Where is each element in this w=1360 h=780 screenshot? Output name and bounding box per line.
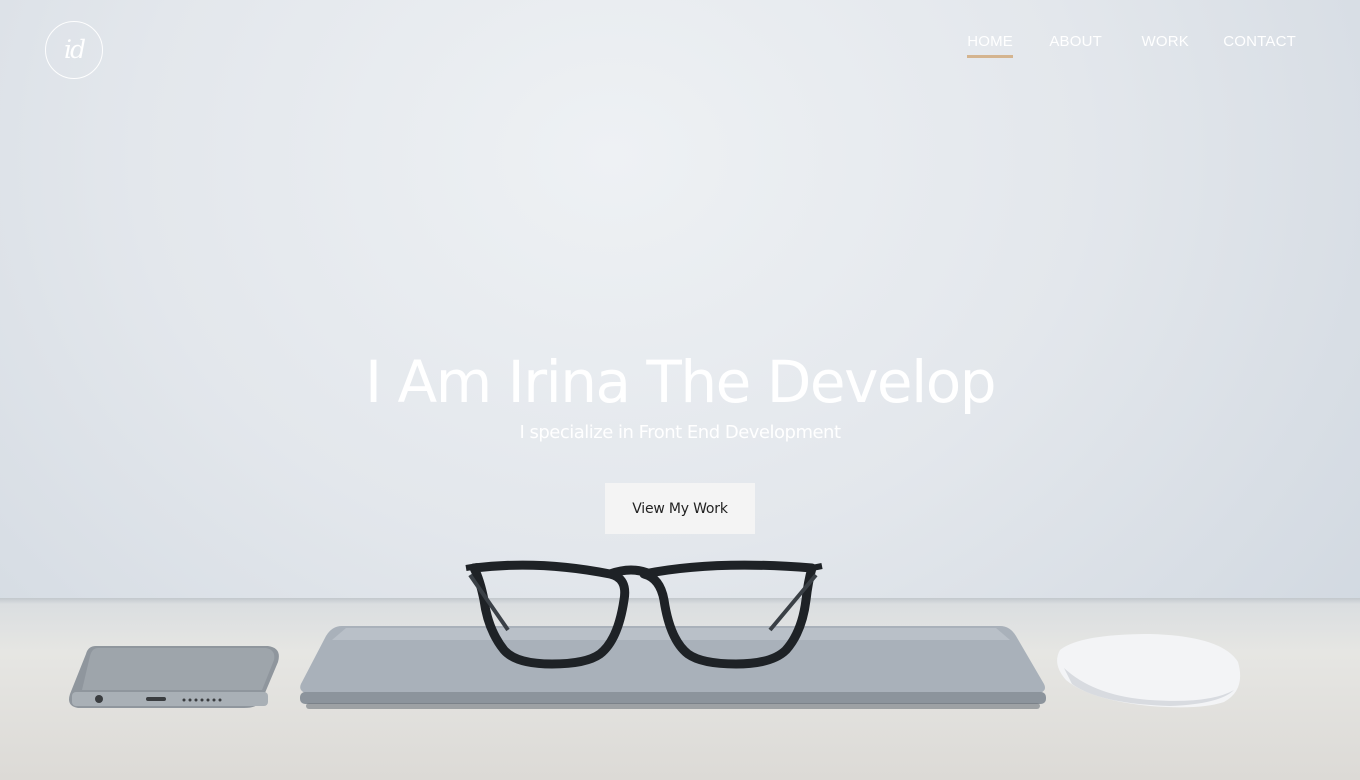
- phone-image: [69, 646, 279, 708]
- logo[interactable]: id: [45, 21, 103, 79]
- hero-subheadline: I specialize in Front End Development: [519, 422, 841, 443]
- hero-headline: I Am Irina The Develop: [364, 348, 997, 416]
- nav-item-about[interactable]: ABOUT: [1049, 33, 1102, 58]
- nav-item-home[interactable]: HOME: [967, 33, 1013, 58]
- mouse-image: [1057, 634, 1241, 708]
- nav-item-contact[interactable]: CONTACT: [1223, 33, 1296, 58]
- hero-section: id HOME ABOUT WORK CONTACT I Am Irina Th…: [0, 0, 1360, 780]
- view-my-work-button[interactable]: View My Work: [605, 483, 755, 534]
- nav-item-work[interactable]: WORK: [1142, 33, 1189, 58]
- logo-monogram-icon: id: [64, 34, 86, 64]
